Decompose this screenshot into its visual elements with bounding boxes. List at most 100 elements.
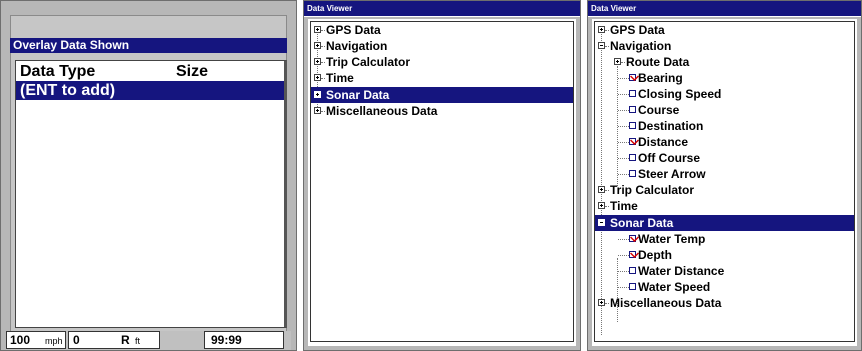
collapse-icon[interactable] xyxy=(598,219,605,226)
expand-icon[interactable] xyxy=(314,42,321,49)
tree-item-gps-data[interactable]: GPS Data xyxy=(311,22,573,38)
speed-unit: mph xyxy=(45,336,63,346)
tree-item-label: Water Temp xyxy=(638,232,706,246)
tree-item-water-distance[interactable]: Water Distance xyxy=(595,263,854,279)
tree-branch xyxy=(621,62,625,63)
unchecked-checkbox-icon[interactable] xyxy=(629,90,636,97)
checked-checkbox-icon[interactable] xyxy=(629,251,636,258)
unchecked-checkbox-icon[interactable] xyxy=(629,122,636,129)
tree-item-sonar-data[interactable]: Sonar Data xyxy=(311,87,573,103)
expand-icon[interactable] xyxy=(314,58,321,65)
tree-branch xyxy=(618,158,629,159)
depth-unit: ft xyxy=(135,336,141,346)
tree-item-label: Trip Calculator xyxy=(610,183,695,197)
tree-item-water-temp[interactable]: Water Temp xyxy=(595,231,854,247)
viewer-tree[interactable]: GPS Data Navigation Trip Calculator Time… xyxy=(310,21,574,342)
tree-item-route-data[interactable]: Route Data xyxy=(595,54,854,70)
viewer-title-bar: Data Viewer xyxy=(588,1,861,16)
tree-item-closing-speed[interactable]: Closing Speed xyxy=(595,86,854,102)
tree-branch xyxy=(321,62,325,63)
expand-icon[interactable] xyxy=(598,202,605,209)
expand-icon[interactable] xyxy=(314,107,321,114)
time-readout: 99:99 xyxy=(204,331,284,349)
unchecked-checkbox-icon[interactable] xyxy=(629,106,636,113)
tree-item-course[interactable]: Course xyxy=(595,102,854,118)
expand-icon[interactable] xyxy=(314,74,321,81)
tree-item-destination[interactable]: Destination xyxy=(595,118,854,134)
tree-item-bearing[interactable]: Bearing xyxy=(595,70,854,86)
tree-item-label: Off Course xyxy=(638,151,701,165)
tree-item-trip-calculator[interactable]: Trip Calculator xyxy=(311,54,573,70)
unchecked-checkbox-icon[interactable] xyxy=(629,154,636,161)
viewer-tree[interactable]: GPS Data Navigation Route Data Bearing C… xyxy=(594,21,855,342)
tree-item-label: Water Speed xyxy=(638,280,711,294)
expand-icon[interactable] xyxy=(314,26,321,33)
tree-branch xyxy=(618,94,629,95)
column-header-size: Size xyxy=(176,63,209,80)
tree-item-miscellaneous-data[interactable]: Miscellaneous Data xyxy=(595,295,854,311)
tree-item-trip-calculator[interactable]: Trip Calculator xyxy=(595,182,854,198)
expand-icon[interactable] xyxy=(598,26,605,33)
tree-item-label: Miscellaneous Data xyxy=(326,104,438,118)
tree-item-label: GPS Data xyxy=(326,23,381,37)
tree-item-depth[interactable]: Depth xyxy=(595,247,854,263)
tree-branch xyxy=(605,206,609,207)
tree-item-label: Miscellaneous Data xyxy=(610,296,722,310)
expand-icon[interactable] xyxy=(614,58,621,65)
checked-checkbox-icon[interactable] xyxy=(629,235,636,242)
unchecked-checkbox-icon[interactable] xyxy=(629,170,636,177)
tree-branch xyxy=(618,271,629,272)
expand-icon[interactable] xyxy=(314,91,321,98)
checked-checkbox-icon[interactable] xyxy=(629,138,636,145)
expand-icon[interactable] xyxy=(598,299,605,306)
column-header-data-type: Data Type xyxy=(20,63,96,80)
overlay-data-panel: Overlay Data Shown Data Type Size (ENT t… xyxy=(0,0,297,351)
tree-item-distance[interactable]: Distance xyxy=(595,134,854,150)
tree-branch xyxy=(321,78,325,79)
tree-item-label: Navigation xyxy=(610,39,672,53)
checked-checkbox-icon[interactable] xyxy=(629,74,636,81)
tree-item-gps-data[interactable]: GPS Data xyxy=(595,22,854,38)
unchecked-checkbox-icon[interactable] xyxy=(629,267,636,274)
tree-item-label: Depth xyxy=(638,248,672,262)
tree-branch xyxy=(618,287,629,288)
tree-item-time[interactable]: Time xyxy=(595,198,854,214)
tree-branch xyxy=(605,190,609,191)
tree-branch xyxy=(618,126,629,127)
tree-item-navigation[interactable]: Navigation xyxy=(595,38,854,54)
tree-item-time[interactable]: Time xyxy=(311,70,573,86)
tree-item-label: Time xyxy=(326,71,354,85)
tree-item-label: GPS Data xyxy=(610,23,665,37)
speed-value: 100 xyxy=(10,333,31,347)
add-data-row[interactable]: (ENT to add) xyxy=(16,81,284,100)
unchecked-checkbox-icon[interactable] xyxy=(629,283,636,290)
tree-item-label: Route Data xyxy=(626,55,690,69)
expand-icon[interactable] xyxy=(598,186,605,193)
tree-item-label: Sonar Data xyxy=(610,216,674,230)
collapse-icon[interactable] xyxy=(598,42,605,49)
tree-item-label: Sonar Data xyxy=(326,88,390,102)
depth-readout: 0 R ft xyxy=(68,331,160,349)
data-viewer-expanded: Data Viewer GPS Data Navigation Route Da… xyxy=(587,0,862,351)
tree-branch xyxy=(321,111,325,112)
tree-branch xyxy=(618,255,629,256)
tree-item-sonar-data[interactable]: Sonar Data xyxy=(595,215,854,231)
tree-item-label: Navigation xyxy=(326,39,388,53)
overlay-data-list[interactable]: Data Type Size (ENT to add) xyxy=(15,60,287,328)
tree-item-label: Closing Speed xyxy=(638,87,722,101)
tree-branch xyxy=(605,303,609,304)
depth-value: 0 xyxy=(73,333,80,347)
tree-item-navigation[interactable]: Navigation xyxy=(311,38,573,54)
tree-item-water-speed[interactable]: Water Speed xyxy=(595,279,854,295)
tree-item-miscellaneous-data[interactable]: Miscellaneous Data xyxy=(311,103,573,119)
tree-item-steer-arrow[interactable]: Steer Arrow xyxy=(595,166,854,182)
tree-item-label: Distance xyxy=(638,135,689,149)
tree-branch xyxy=(618,174,629,175)
tree-branch xyxy=(618,239,629,240)
tree-item-label: Steer Arrow xyxy=(638,167,706,181)
tree-branch xyxy=(618,142,629,143)
tree-item-label: Time xyxy=(610,199,638,213)
tree-item-off-course[interactable]: Off Course xyxy=(595,150,854,166)
tree-branch xyxy=(605,46,609,47)
tree-branch xyxy=(618,78,629,79)
